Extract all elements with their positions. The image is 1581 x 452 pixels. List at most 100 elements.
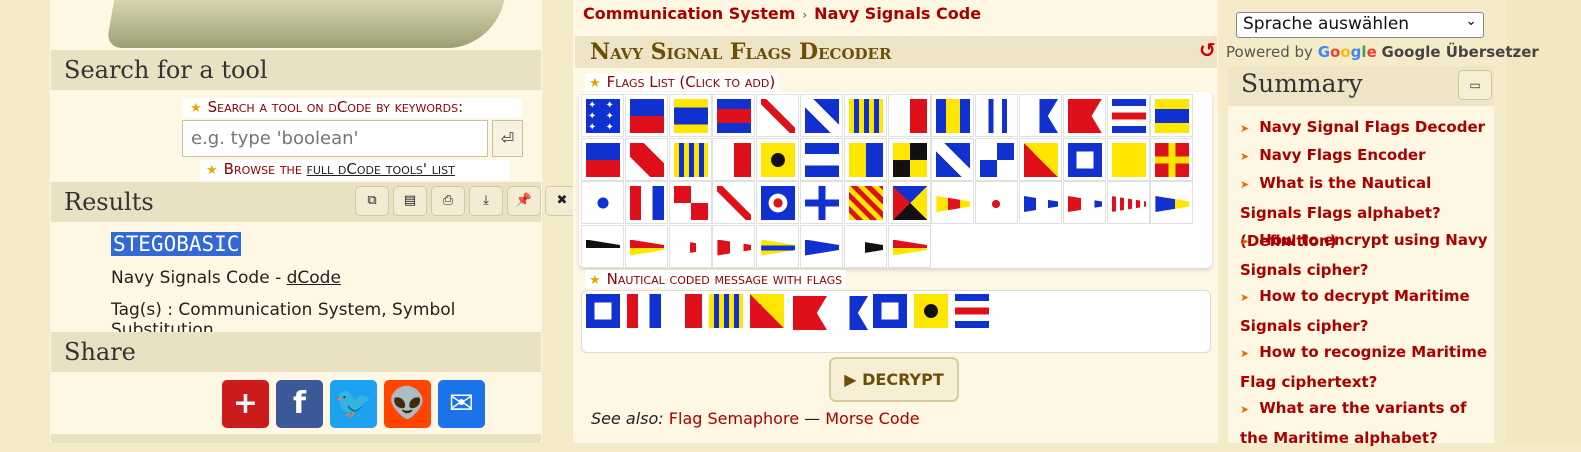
signal-flag[interactable] bbox=[624, 137, 668, 181]
breadcrumb-navy-signals-code[interactable]: Navy Signals Code bbox=[814, 4, 981, 23]
share-reddit-button[interactable]: 👽 bbox=[384, 380, 431, 428]
message-flag[interactable] bbox=[666, 292, 706, 330]
summary-item[interactable]: ➤ How to decrypt Maritime Signals cipher? bbox=[1240, 282, 1492, 340]
signal-flag[interactable] bbox=[975, 137, 1019, 181]
signal-flag[interactable] bbox=[843, 224, 887, 268]
signal-flag[interactable] bbox=[887, 224, 931, 268]
language-select[interactable]: Sprache auswählen ⌄ bbox=[1236, 12, 1484, 38]
signal-flag[interactable] bbox=[887, 137, 931, 181]
share-plus-button[interactable]: + bbox=[222, 380, 269, 428]
message-flag[interactable] bbox=[748, 292, 788, 330]
signal-flag[interactable]: ✦ ✦ ✦ ✦ ✦ ✦ bbox=[581, 94, 624, 137]
message-flag[interactable] bbox=[707, 292, 747, 330]
signal-flag[interactable] bbox=[712, 224, 756, 268]
collapse-summary-button[interactable]: ▭ bbox=[1458, 70, 1492, 100]
signal-flag[interactable] bbox=[800, 181, 843, 224]
save-button[interactable]: ▤ bbox=[393, 186, 427, 216]
close-icon: ✖ bbox=[556, 193, 568, 208]
summary-item[interactable]: ➤ How to encrypt using Navy Signals ciphe… bbox=[1240, 226, 1492, 284]
see-also-flag-semaphore-link[interactable]: Flag Semaphore bbox=[669, 409, 799, 428]
summary-item[interactable]: ➤ Navy Signal Flags Decoder bbox=[1240, 113, 1492, 143]
browse-all-tools-link[interactable]: full dCode tools' list bbox=[307, 160, 455, 178]
save-icon: ▤ bbox=[403, 193, 417, 208]
breadcrumb-communication-system[interactable]: Communication System bbox=[583, 4, 795, 23]
signal-flag[interactable] bbox=[1150, 181, 1194, 224]
signal-flag[interactable] bbox=[975, 94, 1019, 137]
message-flag[interactable] bbox=[871, 292, 911, 330]
signal-flag[interactable] bbox=[712, 137, 756, 181]
signal-flag[interactable] bbox=[668, 181, 712, 224]
signal-flag[interactable] bbox=[1150, 94, 1194, 137]
signal-flag[interactable] bbox=[756, 224, 800, 268]
message-flag[interactable] bbox=[789, 292, 829, 330]
signal-flag[interactable] bbox=[624, 224, 668, 268]
signal-flag[interactable] bbox=[1019, 137, 1062, 181]
signal-flag[interactable] bbox=[1019, 181, 1062, 224]
share-email-button[interactable]: ✉ bbox=[438, 380, 485, 428]
message-flag[interactable] bbox=[953, 292, 993, 330]
signal-flag[interactable] bbox=[887, 181, 931, 224]
signal-flag[interactable] bbox=[624, 94, 668, 137]
see-also: See also: Flag Semaphore — Morse Code bbox=[591, 409, 920, 428]
signal-flag[interactable] bbox=[1062, 137, 1106, 181]
signal-flag[interactable] bbox=[581, 224, 624, 268]
message-flag[interactable] bbox=[625, 292, 665, 330]
search-submit-button[interactable]: ⏎ bbox=[492, 120, 523, 157]
signal-flag[interactable] bbox=[843, 181, 887, 224]
signal-flag[interactable] bbox=[931, 181, 975, 224]
signal-flag[interactable] bbox=[1106, 181, 1150, 224]
signal-flag[interactable] bbox=[843, 94, 887, 137]
signal-flag[interactable] bbox=[800, 224, 843, 268]
message-flag[interactable] bbox=[912, 292, 952, 330]
signal-flag[interactable] bbox=[1106, 137, 1150, 181]
summary-item[interactable]: ➤ What are the variants of the Maritime a… bbox=[1240, 394, 1492, 452]
message-flag[interactable] bbox=[830, 292, 870, 330]
signal-flag[interactable] bbox=[1150, 137, 1194, 181]
copy-button[interactable]: ⧉ bbox=[355, 186, 389, 216]
arrow-icon: ➤ bbox=[1240, 122, 1250, 135]
download-button[interactable]: ⤓ bbox=[469, 186, 503, 216]
result-source-link[interactable]: dCode bbox=[287, 268, 341, 288]
message-flag[interactable] bbox=[584, 292, 624, 330]
pin-button[interactable]: 📌 bbox=[507, 186, 541, 216]
signal-flag[interactable] bbox=[887, 94, 931, 137]
signal-flag[interactable] bbox=[712, 94, 756, 137]
decrypt-button[interactable]: ▶ DECRYPT bbox=[829, 357, 959, 402]
signal-flag[interactable] bbox=[624, 181, 668, 224]
header-photo bbox=[105, 0, 505, 48]
print-button[interactable]: ⎙ bbox=[431, 186, 465, 216]
browse-all-tools: ★ Browse the full dCode tools' list bbox=[200, 160, 510, 180]
search-input[interactable] bbox=[182, 120, 488, 157]
signal-flag[interactable] bbox=[1062, 181, 1106, 224]
google-translate-link[interactable]: Google Übersetzer bbox=[1382, 43, 1539, 61]
star-icon: ★ bbox=[190, 101, 202, 116]
share-facebook-button[interactable]: f bbox=[276, 380, 323, 428]
see-also-morse-code-link[interactable]: Morse Code bbox=[825, 409, 919, 428]
share-twitter-button[interactable]: 🐦 bbox=[330, 380, 377, 428]
signal-flag[interactable] bbox=[1062, 94, 1106, 137]
arrow-icon: ➤ bbox=[1240, 347, 1250, 360]
signal-flag[interactable] bbox=[800, 137, 843, 181]
signal-flag[interactable] bbox=[756, 94, 800, 137]
summary-item[interactable]: ➤ Navy Flags Encoder bbox=[1240, 141, 1492, 171]
signal-flag[interactable] bbox=[712, 181, 756, 224]
signal-flag[interactable] bbox=[931, 94, 975, 137]
message-input[interactable] bbox=[581, 290, 1211, 353]
signal-flag[interactable] bbox=[581, 137, 624, 181]
signal-flag[interactable] bbox=[931, 137, 975, 181]
signal-flag[interactable] bbox=[581, 181, 624, 224]
signal-flag[interactable] bbox=[668, 94, 712, 137]
signal-flag[interactable] bbox=[668, 224, 712, 268]
summary-item[interactable]: ➤ How to recognize Maritime Flag cipherte… bbox=[1240, 338, 1492, 396]
signal-flag[interactable] bbox=[756, 181, 800, 224]
signal-flag[interactable] bbox=[756, 137, 800, 181]
signal-flag[interactable] bbox=[1106, 94, 1150, 137]
left-sidebar: Search for a tool ★ Search a tool on dCod… bbox=[50, 0, 579, 443]
signal-flag[interactable] bbox=[668, 137, 712, 181]
signal-flag[interactable] bbox=[843, 137, 887, 181]
signal-flag[interactable] bbox=[1019, 94, 1062, 137]
search-label: ★ Search a tool on dCode by keywords: bbox=[182, 98, 522, 118]
signal-flag[interactable] bbox=[975, 181, 1019, 224]
reload-icon[interactable]: ↺ bbox=[1199, 38, 1216, 62]
signal-flag[interactable] bbox=[800, 94, 843, 137]
